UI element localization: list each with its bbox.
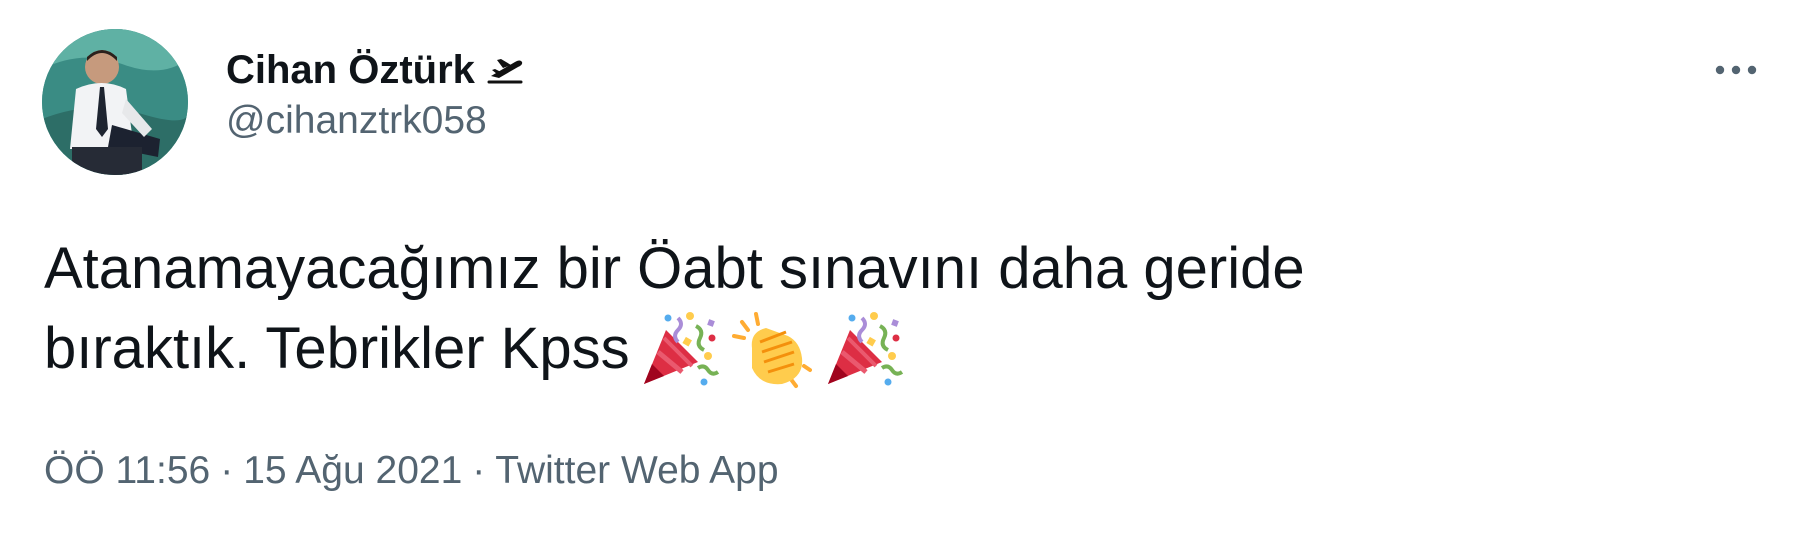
party-popper-icon (822, 308, 904, 390)
display-name-row: Cihan Öztürk (226, 44, 525, 96)
user-info: Cihan Öztürk @cihanztrk058 (226, 44, 525, 146)
display-name[interactable]: Cihan Öztürk (226, 44, 475, 96)
tweet-text-line-2: bıraktık. Tebrikler Kpss (44, 308, 1694, 390)
tweet-time: ÖÖ 11:56 (44, 449, 211, 492)
tweet-source-link[interactable]: Twitter Web App (495, 449, 778, 492)
meta-separator: · (220, 449, 234, 492)
tweet-time-link[interactable]: ÖÖ 11:56 · 15 Ağu 2021 (44, 449, 462, 492)
tweet-text-line-2-content: bıraktık. Tebrikler Kpss (44, 316, 630, 381)
clapping-hands-icon (730, 308, 812, 390)
meta-separator: · (472, 449, 486, 492)
tweet-text-line-1: Atanamayacağımız bir Öabt sınavını daha … (44, 236, 1305, 301)
more-dots-icon (1715, 65, 1757, 75)
tweet-date: 15 Ağu 2021 (243, 449, 463, 492)
tweet-card: Cihan Öztürk @cihanztrk058 Atanamayacağı… (0, 0, 1800, 554)
airplane-departure-icon (485, 54, 525, 86)
tweet-meta: ÖÖ 11:56 · 15 Ağu 2021 · Twitter Web App (44, 446, 779, 496)
tweet-text: Atanamayacağımız bir Öabt sınavını daha … (44, 230, 1694, 390)
user-handle[interactable]: @cihanztrk058 (226, 96, 525, 146)
party-popper-icon (638, 308, 720, 390)
more-options-button[interactable] (1706, 50, 1766, 90)
avatar[interactable] (42, 29, 188, 175)
